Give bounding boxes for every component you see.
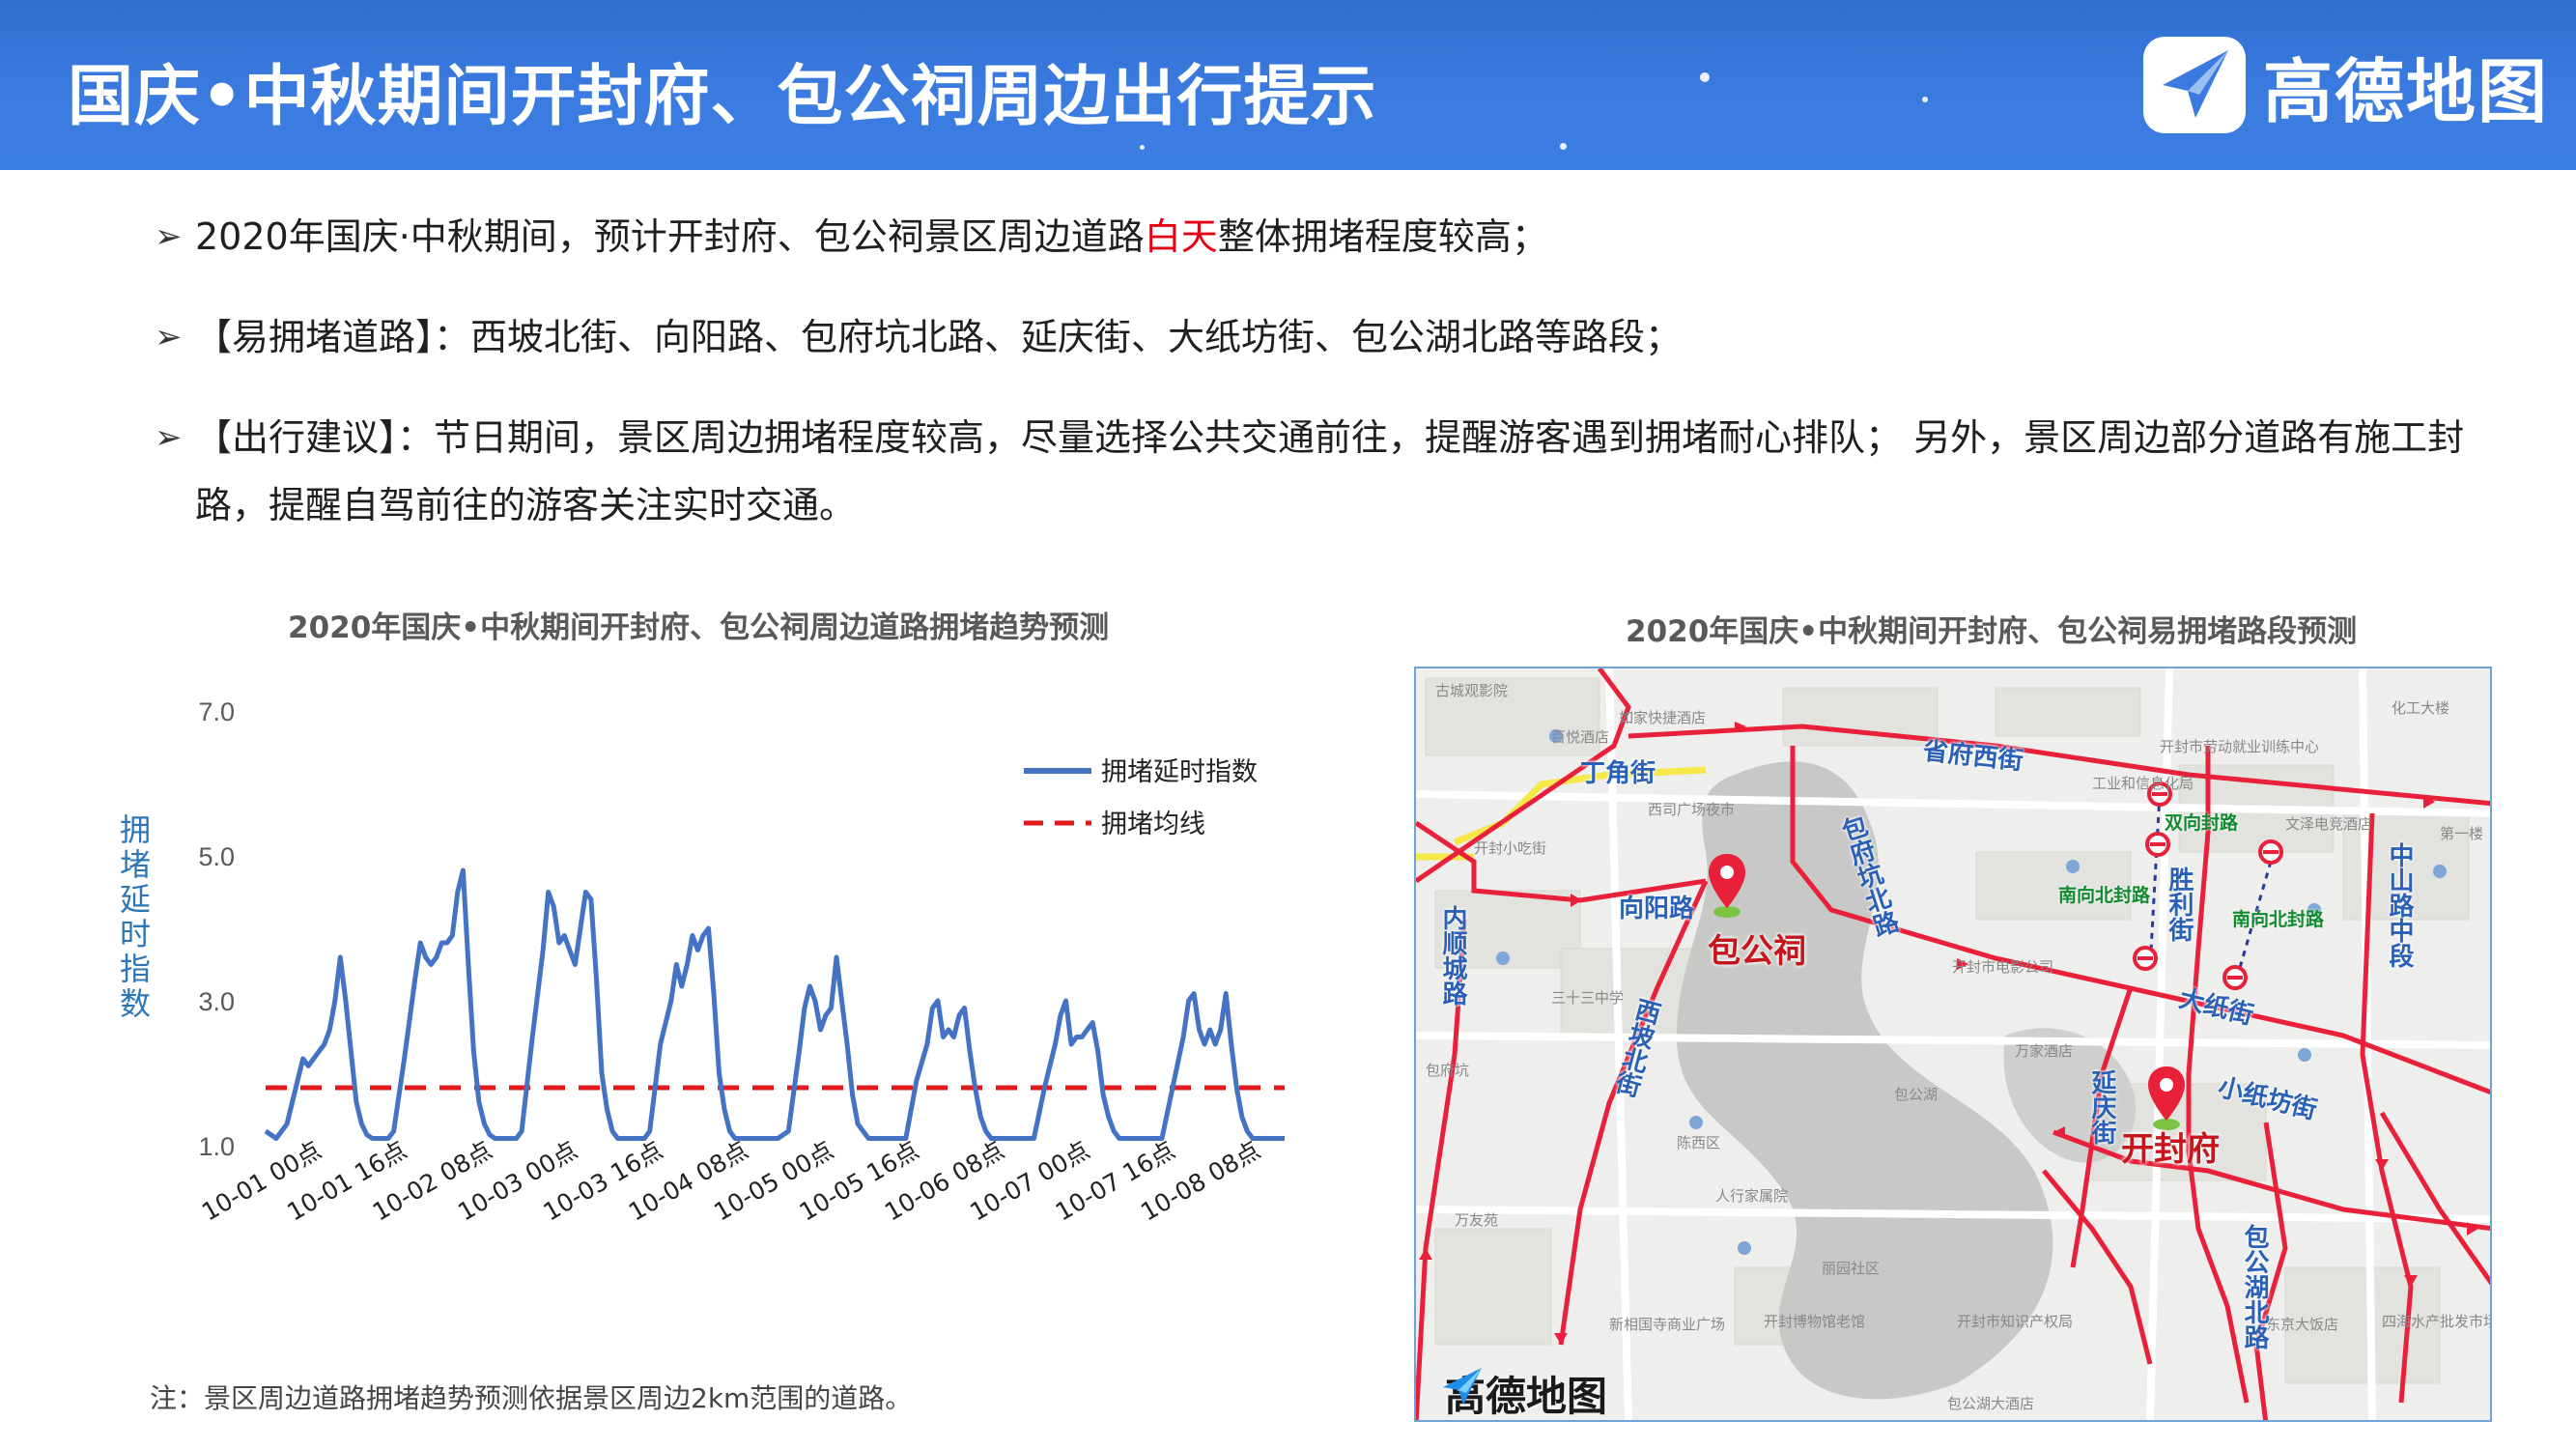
place-label: 丽园社区 xyxy=(1822,1260,1881,1277)
series-line-congestion-index xyxy=(264,867,1285,1141)
legend-label: 拥堵均线 xyxy=(1101,810,1205,839)
place-label: 包府坑 xyxy=(1426,1062,1470,1079)
road-label: 胜利街 xyxy=(2165,867,2194,942)
y-tick-label: 7.0 xyxy=(198,697,235,726)
y-axis-label: 延 xyxy=(120,881,151,918)
bullet-item: ➢ 【易拥堵道路】：西坡北街、向阳路、包府坑北路、延庆街、大纸坊街、包公湖北路等… xyxy=(155,303,2492,371)
amap-logo-text: 高德地图 xyxy=(2262,50,2549,132)
amap-logo-icon xyxy=(2142,37,2246,133)
map-amap-logo: 高德地图 xyxy=(1439,1364,1607,1420)
y-tick-label: 1.0 xyxy=(198,1132,235,1161)
bullet-text: 2020年国庆·中秋期间，预计开封府、包公祠景区周边道路 xyxy=(195,215,1145,258)
place-label: 文泽电竞酒店 xyxy=(2285,815,2373,833)
footnote: 注：景区周边道路拥堵趋势预测依据景区周边2km范围的道路。 xyxy=(150,1382,913,1414)
bullet-text: 整体拥堵程度较高； xyxy=(1217,215,1548,258)
y-axis-label: 数 xyxy=(120,985,151,1022)
place-label: 三十三中学 xyxy=(1551,989,1625,1007)
decor-star xyxy=(1560,143,1567,150)
road-label: 丁角街 xyxy=(1580,759,1656,788)
place-label: 开封小吃街 xyxy=(1474,839,1547,857)
road-label: 向阳路 xyxy=(1619,895,1695,923)
y-tick-label: 5.0 xyxy=(198,842,235,871)
road-label: 内顺城路 xyxy=(1438,905,1467,1006)
place-label: 开封市电影公司 xyxy=(1952,958,2054,976)
traffic-map[interactable]: 丁角街 省府西街 向阳路 包府坑北路 内顺城路 西坡北街 胜利街 大纸街 小纸坊… xyxy=(1414,667,2492,1422)
closure-label: 双向封路 xyxy=(2165,812,2239,834)
bullet-text: 【出行建议】：节日期间，景区周边拥堵程度较高，尽量选择公共交通前往，提醒游客遇到… xyxy=(195,416,2465,526)
y-axis-label: 时 xyxy=(120,916,151,952)
place-label: 古城观影院 xyxy=(1435,682,1509,699)
decor-star xyxy=(1922,97,1928,102)
place-label: 西司广场夜市 xyxy=(1648,801,1736,818)
closure-label: 南向北封路 xyxy=(2058,885,2151,906)
place-label: 陈西区 xyxy=(1677,1134,1721,1151)
place-label: 万家酒店 xyxy=(2015,1042,2074,1060)
decor-star xyxy=(1700,72,1710,82)
map-canvas xyxy=(1416,668,2490,1420)
amap-logo-icon xyxy=(1443,1368,1482,1405)
y-tick-label: 3.0 xyxy=(198,987,235,1016)
amap-logo: 高德地图 xyxy=(2141,35,2549,135)
place-label: 开封市劳动就业训练中心 xyxy=(2160,738,2320,755)
bullet-highlight: 白天 xyxy=(1144,215,1218,258)
poi-label-baogongci: 包公祠 xyxy=(1708,932,1806,971)
congestion-line-chart: 1.03.05.07.0拥堵延时指数10-01 00点10-01 16点10-0… xyxy=(120,697,1285,1227)
bullet-arrow-icon: ➢ xyxy=(155,318,183,356)
place-label: 开封市知识产权局 xyxy=(1957,1313,2074,1330)
closure-label: 南向北封路 xyxy=(2232,909,2325,930)
header-banner: 国庆•中秋期间开封府、包公祠周边出行提示 高德地图 xyxy=(0,0,2576,170)
place-label: 人行家属院 xyxy=(1715,1187,1789,1205)
place-label: 万友苑 xyxy=(1455,1211,1499,1229)
y-axis-label: 堵 xyxy=(120,846,151,883)
place-label: 工业和信息化局 xyxy=(2092,775,2194,792)
location-pin-icon xyxy=(1709,854,1745,918)
bullet-arrow-icon: ➢ xyxy=(155,418,183,457)
map-title: 2020年国庆•中秋期间开封府、包公祠易拥堵路段预测 xyxy=(1626,614,2358,649)
decor-star xyxy=(1140,145,1145,150)
bullet-item: ➢ 【出行建议】：节日期间，景区周边拥堵程度较高，尽量选择公共交通前往，提醒游客… xyxy=(155,404,2492,539)
place-label: 如家快捷酒店 xyxy=(1619,709,1707,726)
place-label: 东京大饭店 xyxy=(2266,1316,2339,1333)
page-title: 国庆•中秋期间开封府、包公祠周边出行提示 xyxy=(68,59,1377,135)
place-label: 百悦酒店 xyxy=(1551,728,1610,746)
place-label: 新相国寺商业广场 xyxy=(1609,1316,1726,1333)
road-label: 中山路中段 xyxy=(2385,842,2414,968)
place-label: 第一楼 xyxy=(2440,825,2484,842)
legend-label: 拥堵延时指数 xyxy=(1101,757,1258,787)
line-chart-title: 2020年国庆•中秋期间开封府、包公祠周边道路拥堵趋势预测 xyxy=(288,611,1110,645)
y-axis-label: 指 xyxy=(120,951,151,987)
place-label: 包公湖大酒店 xyxy=(1947,1395,2035,1412)
bullet-list: ➢ 2020年国庆·中秋期间，预计开封府、包公祠景区周边道路白天整体拥堵程度较高… xyxy=(155,203,2492,572)
place-label: 开封博物馆老馆 xyxy=(1764,1313,1866,1330)
place-label: 包公湖 xyxy=(1894,1086,1939,1103)
poi-label-kaifengfu: 开封府 xyxy=(2121,1130,2220,1169)
y-axis-label: 拥 xyxy=(120,811,151,848)
bullet-item: ➢ 2020年国庆·中秋期间，预计开封府、包公祠景区周边道路白天整体拥堵程度较高… xyxy=(155,203,2492,270)
place-label: 四海水产批发市场 xyxy=(2382,1313,2492,1330)
bullet-arrow-icon: ➢ xyxy=(155,217,183,256)
place-label: 化工大楼 xyxy=(2392,699,2450,717)
road-label: 延庆街 xyxy=(2087,1069,2116,1145)
bullet-text: 【易拥堵道路】：西坡北街、向阳路、包府坑北路、延庆街、大纸坊街、包公湖北路等路段… xyxy=(195,316,1683,358)
